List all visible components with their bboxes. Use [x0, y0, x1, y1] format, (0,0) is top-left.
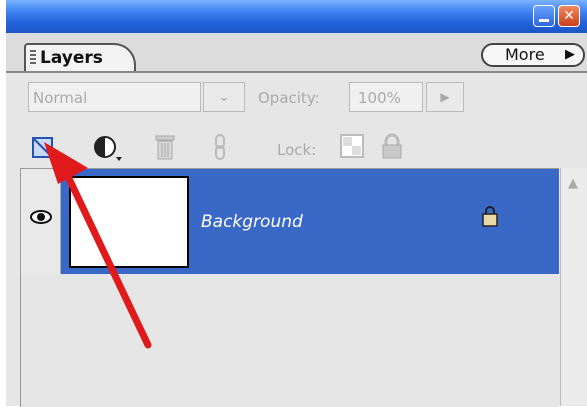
layer-row-background[interactable]: Background	[21, 169, 559, 274]
opacity-slider-button[interactable]: ▶	[426, 82, 464, 112]
layer-thumbnail[interactable]	[69, 176, 189, 268]
layer-list: Background	[20, 168, 559, 407]
close-icon: ✕	[563, 8, 575, 24]
opacity-field[interactable]: 100%	[349, 82, 423, 112]
visibility-toggle[interactable]	[21, 169, 61, 274]
scroll-up-icon[interactable]: ▲	[568, 176, 578, 191]
title-bar[interactable]: ✕	[6, 0, 587, 33]
adjustment-layer-icon[interactable]	[92, 133, 126, 161]
triangle-right-icon: ▶	[565, 47, 575, 62]
triangle-right-icon: ▶	[440, 90, 450, 104]
layers-palette-window: ✕ Layers More ▶ Normal ⌄ Opacity: 100% ▶	[6, 0, 587, 407]
vertical-scrollbar[interactable]: ▲	[560, 168, 587, 406]
trash-icon[interactable]	[152, 133, 178, 161]
lock-label: Lock:	[277, 141, 317, 159]
layer-name[interactable]: Background	[201, 212, 303, 232]
lock-all-icon[interactable]	[379, 133, 405, 161]
tab-layers-label: Layers	[40, 48, 103, 68]
link-icon[interactable]	[212, 133, 228, 161]
eye-icon	[30, 210, 52, 224]
chevron-down-icon: ⌄	[218, 89, 230, 105]
lock-transparency-icon[interactable]	[339, 133, 365, 161]
tab-strip: Layers More ▶	[6, 33, 587, 73]
opacity-label: Opacity:	[258, 89, 320, 107]
minimize-button[interactable]	[533, 5, 555, 27]
more-button[interactable]: More ▶	[481, 43, 585, 67]
layer-tools-row: Lock:	[6, 125, 587, 169]
close-button[interactable]: ✕	[558, 5, 580, 27]
grip-handle-icon[interactable]	[30, 50, 36, 66]
blend-options-row: Normal ⌄ Opacity: 100% ▶	[6, 73, 587, 121]
blend-mode-select[interactable]: Normal	[28, 82, 201, 112]
new-layer-icon[interactable]	[30, 133, 60, 161]
padlock-icon	[482, 206, 498, 227]
blend-mode-dropdown-button[interactable]: ⌄	[203, 82, 245, 112]
tab-layers[interactable]: Layers	[24, 43, 136, 71]
minimize-icon	[539, 18, 549, 22]
more-label: More	[505, 45, 545, 64]
